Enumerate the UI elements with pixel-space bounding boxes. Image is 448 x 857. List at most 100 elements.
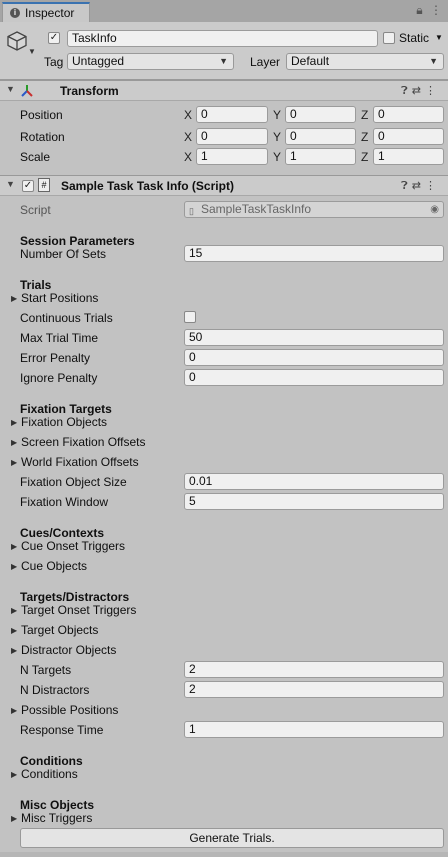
axis-z-label[interactable]: Z [361, 150, 368, 164]
script-component-header[interactable]: ▼ ✓ # Sample Task Task Info (Script) ❓︎⇄… [0, 175, 448, 196]
cues-contexts-header: Cues/Contexts [20, 526, 105, 540]
component-enabled-checkbox[interactable]: ✓ [22, 180, 34, 192]
tag-value: Untagged [72, 54, 125, 68]
position-z-field[interactable]: 0 [373, 106, 444, 123]
rotation-label: Rotation [20, 130, 65, 144]
script-value: SampleTaskTaskInfo [201, 202, 312, 216]
start-positions-label: Start Positions [21, 291, 99, 305]
chevron-down-icon: ▼ [219, 56, 228, 66]
ignore-penalty-field[interactable]: 0 [184, 369, 444, 386]
target-onset-triggers-foldout[interactable]: ▶ Target Onset Triggers [11, 603, 136, 617]
axis-x-label[interactable]: X [184, 130, 192, 144]
generate-trials-button[interactable]: Generate Trials. [20, 828, 444, 848]
layer-label: Layer [250, 55, 281, 69]
lock-icon[interactable]: 🔒︎ [416, 3, 422, 17]
help-icon[interactable]: ❓︎ [401, 180, 412, 192]
more-menu-icon[interactable]: ⋮ [425, 85, 440, 97]
foldout-closed-icon: ▶ [11, 294, 18, 303]
conditions-foldout[interactable]: ▶ Conditions [11, 767, 78, 781]
n-distractors-field[interactable]: 2 [184, 681, 444, 698]
static-dropdown-icon[interactable]: ▼ [435, 33, 443, 42]
continuous-trials-checkbox[interactable] [184, 311, 196, 323]
transform-icon [21, 85, 33, 97]
fixation-object-size-field[interactable]: 0.01 [184, 473, 444, 490]
foldout-closed-icon: ▶ [11, 562, 18, 571]
fixation-window-field[interactable]: 5 [184, 493, 444, 510]
n-targets-label: N Targets [20, 663, 72, 677]
world-fixation-offsets-foldout[interactable]: ▶ World Fixation Offsets [11, 455, 139, 469]
scale-z-field[interactable]: 1 [373, 148, 444, 165]
foldout-closed-icon: ▶ [11, 706, 18, 715]
script-file-icon: # [38, 178, 50, 192]
script-component-title: Sample Task Task Info (Script) [61, 179, 234, 193]
axis-y-label[interactable]: Y [273, 108, 281, 122]
distractor-objects-foldout[interactable]: ▶ Distractor Objects [11, 643, 116, 657]
fixation-targets-header: Fixation Targets [20, 402, 112, 416]
target-objects-label: Target Objects [21, 623, 99, 637]
axis-y-label[interactable]: Y [273, 150, 281, 164]
info-icon: i [10, 8, 20, 18]
screen-fixation-offsets-foldout[interactable]: ▶ Screen Fixation Offsets [11, 435, 146, 449]
scale-x-field[interactable]: 1 [196, 148, 268, 165]
foldout-open-icon[interactable]: ▼ [6, 179, 15, 189]
foldout-closed-icon: ▶ [11, 606, 18, 615]
scale-label: Scale [20, 150, 51, 164]
misc-objects-header: Misc Objects [20, 798, 95, 812]
axis-x-label[interactable]: X [184, 108, 192, 122]
script-label: Script [20, 203, 51, 217]
max-trial-time-field[interactable]: 50 [184, 329, 444, 346]
response-time-field[interactable]: 1 [184, 721, 444, 738]
response-time-label: Response Time [20, 723, 104, 737]
tab-inspector[interactable]: i Inspector [2, 2, 90, 22]
rotation-y-field[interactable]: 0 [285, 128, 356, 145]
chevron-down-icon: ▼ [429, 56, 438, 66]
foldout-closed-icon: ▶ [11, 814, 18, 823]
more-menu-icon[interactable]: ⋮ [430, 3, 442, 17]
transform-header[interactable]: ▼ Transform ❓︎⇄⋮ [0, 80, 448, 101]
axis-y-label[interactable]: Y [273, 130, 281, 144]
rotation-x-field[interactable]: 0 [196, 128, 268, 145]
foldout-closed-icon: ▶ [11, 542, 18, 551]
script-object-field: ▯ SampleTaskTaskInfo ◉ [184, 201, 444, 218]
misc-triggers-foldout[interactable]: ▶ Misc Triggers [11, 811, 92, 825]
fixation-objects-foldout[interactable]: ▶ Fixation Objects [11, 415, 107, 429]
tab-label: Inspector [25, 6, 75, 20]
possible-positions-foldout[interactable]: ▶ Possible Positions [11, 703, 118, 717]
tag-dropdown[interactable]: Untagged ▼ [67, 53, 234, 70]
tab-actions: 🔒︎ ⋮ [416, 3, 442, 18]
more-menu-icon[interactable]: ⋮ [425, 180, 440, 192]
position-x-field[interactable]: 0 [196, 106, 268, 123]
start-positions-foldout[interactable]: ▶ Start Positions [11, 291, 98, 305]
object-name-field[interactable]: TaskInfo [67, 30, 378, 47]
layer-value: Default [291, 54, 330, 68]
distractor-objects-label: Distractor Objects [21, 643, 117, 657]
rotation-z-field[interactable]: 0 [373, 128, 444, 145]
presets-icon[interactable]: ⇄ [412, 180, 425, 192]
cue-objects-label: Cue Objects [21, 559, 88, 573]
session-parameters-header: Session Parameters [20, 234, 135, 248]
foldout-closed-icon: ▶ [11, 626, 18, 635]
scale-y-field[interactable]: 1 [285, 148, 356, 165]
targets-distractors-header: Targets/Distractors [20, 590, 130, 604]
axis-x-label[interactable]: X [184, 150, 192, 164]
static-checkbox[interactable] [383, 32, 395, 44]
presets-icon[interactable]: ⇄ [412, 85, 425, 97]
foldout-closed-icon: ▶ [11, 438, 18, 447]
max-trial-time-label: Max Trial Time [20, 331, 99, 345]
axis-z-label[interactable]: Z [361, 130, 368, 144]
active-checkbox[interactable]: ✓ [48, 32, 60, 44]
foldout-closed-icon: ▶ [11, 770, 18, 779]
error-penalty-field[interactable]: 0 [184, 349, 444, 366]
cue-onset-triggers-foldout[interactable]: ▶ Cue Onset Triggers [11, 539, 125, 553]
help-icon[interactable]: ❓︎ [401, 85, 412, 97]
target-objects-foldout[interactable]: ▶ Target Objects [11, 623, 98, 637]
n-targets-field[interactable]: 2 [184, 661, 444, 678]
icon-dropdown-icon[interactable]: ▼ [28, 47, 36, 56]
axis-z-label[interactable]: Z [361, 108, 368, 122]
layer-dropdown[interactable]: Default ▼ [286, 53, 444, 70]
position-y-field[interactable]: 0 [285, 106, 356, 123]
cue-objects-foldout[interactable]: ▶ Cue Objects [11, 559, 87, 573]
component-actions: ❓︎⇄⋮ [401, 84, 440, 98]
number-of-sets-field[interactable]: 15 [184, 245, 444, 262]
foldout-open-icon[interactable]: ▼ [6, 84, 15, 94]
